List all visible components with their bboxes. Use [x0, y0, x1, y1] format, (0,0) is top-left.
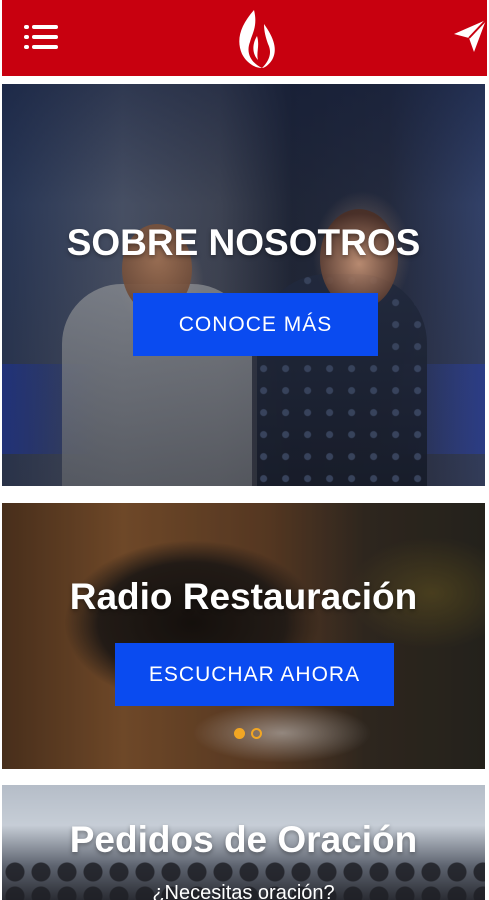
carousel-indicator — [234, 728, 262, 739]
carousel-dot-2[interactable] — [251, 728, 262, 739]
listen-now-button[interactable]: ESCUCHAR AHORA — [115, 643, 394, 706]
learn-more-button[interactable]: CONOCE MÁS — [133, 293, 378, 356]
paper-plane-icon[interactable] — [452, 18, 488, 54]
card-title: SOBRE NOSOTROS — [66, 222, 421, 263]
about-us-card[interactable]: SOBRE NOSOTROS CONOCE MÁS — [2, 84, 485, 486]
flame-logo-icon — [239, 10, 275, 68]
app-header — [2, 0, 487, 76]
hamburger-menu-icon[interactable] — [24, 24, 58, 52]
card-title: Pedidos de Oración — [69, 819, 418, 860]
prayer-requests-card[interactable]: Pedidos de Oración ¿Necesitas oración? — [2, 785, 485, 900]
carousel-dot-1[interactable] — [234, 728, 245, 739]
worship-background-image — [2, 84, 485, 486]
card-subtitle: ¿Necesitas oración? — [152, 882, 335, 900]
card-title: Radio Restauración — [69, 576, 418, 617]
radio-card[interactable]: Radio Restauración ESCUCHAR AHORA — [2, 503, 485, 769]
